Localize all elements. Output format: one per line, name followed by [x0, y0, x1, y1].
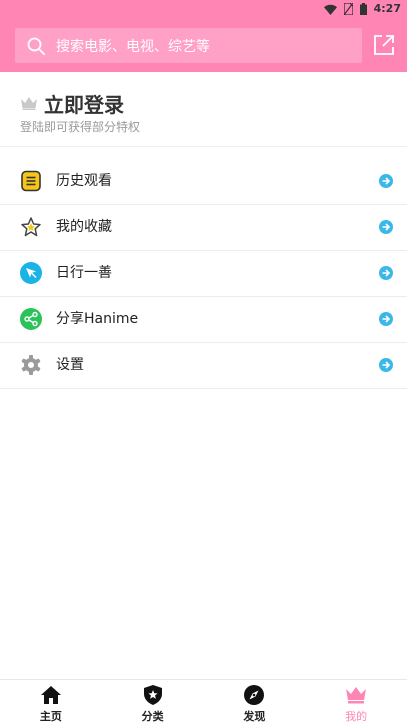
- menu-item-label: 设置: [56, 357, 84, 373]
- external-link-icon[interactable]: [373, 34, 395, 56]
- nav-label: 我的: [345, 710, 368, 723]
- arrow-right-circle-icon: [379, 358, 393, 372]
- menu-item-label: 分享Hanime: [56, 311, 139, 327]
- share-icon: [20, 308, 42, 330]
- nav-label: 分类: [141, 710, 164, 723]
- nav-tab-discover[interactable]: 发现: [204, 680, 306, 725]
- history-note-icon: [20, 170, 42, 192]
- menu-item-settings[interactable]: 设置: [0, 343, 407, 389]
- nav-tab-home[interactable]: 主页: [0, 680, 102, 725]
- nav-label: 发现: [243, 710, 266, 723]
- search-placeholder: 搜索电影、电视、综艺等: [56, 38, 210, 55]
- menu-item-label: 我的收藏: [56, 219, 112, 235]
- menu-list: 历史观看 我的收藏 日行一善 分享Hanime 设置: [0, 159, 407, 389]
- wifi-icon: [323, 4, 337, 15]
- status-icons: 4:27: [323, 2, 401, 16]
- arrow-right-circle-icon: [379, 220, 393, 234]
- nav-tab-category[interactable]: 分类: [102, 680, 204, 725]
- star-icon: [20, 216, 42, 238]
- login-title-row: 立即登录: [20, 90, 124, 117]
- battery-icon: [359, 3, 367, 15]
- arrow-right-circle-icon: [379, 266, 393, 280]
- login-subtitle: 登陆即可获得部分特权: [20, 120, 141, 134]
- search-icon: [27, 37, 45, 55]
- compass-icon: [243, 684, 265, 706]
- menu-item-good-deed[interactable]: 日行一善: [0, 251, 407, 297]
- nav-tab-mine[interactable]: 我的: [305, 680, 407, 725]
- crown-icon: [20, 96, 38, 110]
- bottom-nav: 主页 分类 发现 我的: [0, 679, 407, 725]
- nav-label: 主页: [39, 710, 62, 723]
- top-header: 搜索电影、电视、综艺等: [0, 18, 407, 72]
- search-input[interactable]: 搜索电影、电视、综艺等: [15, 28, 362, 63]
- arrow-right-circle-icon: [379, 174, 393, 188]
- status-time: 4:27: [373, 2, 401, 15]
- arrow-right-circle-icon: [379, 312, 393, 326]
- home-icon: [40, 684, 62, 706]
- menu-item-favorites[interactable]: 我的收藏: [0, 205, 407, 251]
- menu-item-label: 日行一善: [56, 265, 112, 281]
- login-section[interactable]: 立即登录 登陆即可获得部分特权: [0, 72, 407, 147]
- crown-icon: [345, 684, 367, 706]
- shield-star-icon: [142, 684, 164, 706]
- no-sim-icon: [343, 3, 353, 15]
- menu-item-label: 历史观看: [56, 173, 112, 189]
- status-bar: 4:27: [0, 0, 407, 18]
- login-title: 立即登录: [44, 92, 124, 117]
- menu-item-history[interactable]: 历史观看: [0, 159, 407, 205]
- menu-item-share[interactable]: 分享Hanime: [0, 297, 407, 343]
- gear-icon: [20, 354, 42, 376]
- paper-plane-icon: [20, 262, 42, 284]
